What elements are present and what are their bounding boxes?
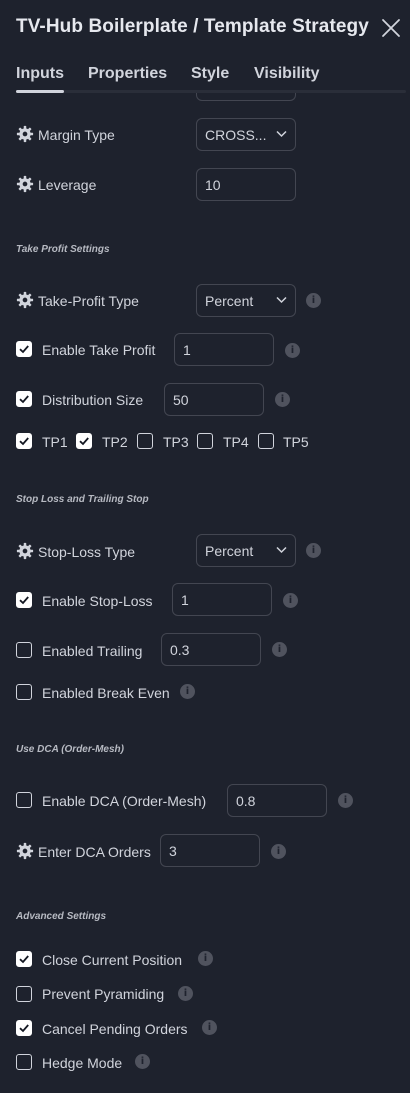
- distribution-size-label: Distribution Size: [42, 392, 144, 408]
- section-take-profit: Take Profit Settings: [16, 244, 110, 255]
- enable-dca-value: 0.8: [236, 792, 256, 809]
- enabled-trailing-checkbox[interactable]: [16, 642, 32, 658]
- tp2-checkbox[interactable]: [76, 433, 92, 449]
- checkmark-icon: [19, 345, 29, 354]
- dca-orders-label: Enter DCA Orders: [38, 844, 151, 860]
- tp-type-select[interactable]: Percent: [196, 284, 296, 317]
- enabled-break-even-checkbox[interactable]: [16, 684, 32, 700]
- enable-dca-label: Enable DCA (Order-Mesh): [42, 793, 207, 809]
- scrolled-input-partial[interactable]: [196, 93, 296, 101]
- distribution-size-checkbox[interactable]: [16, 391, 32, 407]
- tp2-label: TP2: [102, 434, 128, 450]
- info-icon[interactable]: i: [202, 1020, 217, 1035]
- prevent-pyramiding-checkbox[interactable]: [16, 986, 32, 1002]
- enable-dca-input[interactable]: 0.8: [227, 784, 327, 817]
- cancel-pending-orders-label: Cancel Pending Orders: [42, 1021, 188, 1037]
- enable-stop-loss-value: 1: [181, 591, 189, 608]
- tp5-checkbox[interactable]: [258, 433, 274, 449]
- cancel-pending-orders-checkbox[interactable]: [16, 1020, 32, 1036]
- info-icon[interactable]: i: [272, 642, 287, 657]
- dialog-title: TV-Hub Boilerplate / Template Strategy: [16, 16, 369, 37]
- tab-properties[interactable]: Properties: [88, 65, 167, 83]
- checkmark-icon: [79, 437, 89, 446]
- hedge-mode-checkbox[interactable]: [16, 1054, 32, 1070]
- distribution-size-input[interactable]: 50: [164, 383, 264, 416]
- gear-icon[interactable]: [16, 291, 34, 309]
- prevent-pyramiding-label: Prevent Pyramiding: [42, 986, 165, 1002]
- tab-visibility[interactable]: Visibility: [254, 65, 320, 83]
- tp-type-label: Take-Profit Type: [38, 293, 139, 309]
- tp4-checkbox[interactable]: [197, 433, 213, 449]
- leverage-label: Leverage: [38, 177, 97, 193]
- margin-type-label: Margin Type: [38, 127, 115, 143]
- leverage-value: 10: [205, 176, 221, 193]
- close-current-position-checkbox[interactable]: [16, 951, 32, 967]
- enable-take-profit-input[interactable]: 1: [174, 333, 274, 366]
- enable-take-profit-value: 1: [183, 341, 191, 358]
- info-icon[interactable]: i: [306, 293, 321, 308]
- enabled-trailing-label: Enabled Trailing: [42, 643, 143, 659]
- info-icon[interactable]: i: [178, 986, 193, 1001]
- enable-take-profit-label: Enable Take Profit: [42, 342, 156, 358]
- section-dca: Use DCA (Order-Mesh): [16, 744, 124, 755]
- close-current-position-label: Close Current Position: [42, 952, 183, 968]
- checkmark-icon: [19, 955, 29, 964]
- section-stop-loss: Stop Loss and Trailing Stop: [16, 494, 149, 505]
- sl-type-value: Percent: [205, 542, 254, 559]
- checkmark-icon: [19, 395, 29, 404]
- distribution-size-value: 50: [173, 391, 189, 408]
- info-icon[interactable]: i: [198, 951, 213, 966]
- tp1-label: TP1: [42, 434, 68, 450]
- tp5-label: TP5: [283, 434, 309, 450]
- tp-type-value: Percent: [205, 292, 254, 309]
- enabled-break-even-label: Enabled Break Even: [42, 685, 170, 701]
- tp4-label: TP4: [223, 434, 249, 450]
- hedge-mode-label: Hedge Mode: [42, 1055, 123, 1071]
- enable-dca-checkbox[interactable]: [16, 792, 32, 808]
- gear-icon[interactable]: [16, 542, 34, 560]
- margin-type-value: CROSS...: [205, 126, 267, 143]
- enabled-trailing-input[interactable]: 0.3: [161, 633, 261, 666]
- info-icon[interactable]: i: [338, 793, 353, 808]
- dca-orders-value: 3: [169, 842, 177, 859]
- tp1-checkbox[interactable]: [16, 433, 32, 449]
- info-icon[interactable]: i: [306, 543, 321, 558]
- info-icon[interactable]: i: [271, 844, 286, 859]
- gear-icon[interactable]: [16, 125, 34, 143]
- tab-style[interactable]: Style: [191, 65, 229, 83]
- info-icon[interactable]: i: [285, 343, 300, 358]
- gear-icon[interactable]: [16, 842, 34, 860]
- enable-stop-loss-checkbox[interactable]: [16, 592, 32, 608]
- info-icon[interactable]: i: [135, 1054, 150, 1069]
- tab-inputs[interactable]: Inputs: [16, 65, 64, 83]
- info-icon[interactable]: i: [180, 684, 195, 699]
- enable-stop-loss-input[interactable]: 1: [172, 583, 272, 616]
- chevron-down-icon: [276, 296, 287, 304]
- chevron-down-icon: [276, 546, 287, 554]
- info-icon[interactable]: i: [275, 392, 290, 407]
- enable-stop-loss-label: Enable Stop-Loss: [42, 593, 153, 609]
- enabled-trailing-value: 0.3: [170, 641, 190, 658]
- leverage-input[interactable]: 10: [196, 168, 296, 201]
- sl-type-label: Stop-Loss Type: [38, 544, 136, 560]
- margin-type-select[interactable]: CROSS...: [196, 118, 296, 151]
- info-icon[interactable]: i: [283, 593, 298, 608]
- tp3-checkbox[interactable]: [137, 433, 153, 449]
- checkmark-icon: [19, 437, 29, 446]
- dca-orders-input[interactable]: 3: [160, 834, 260, 867]
- sl-type-select[interactable]: Percent: [196, 534, 296, 567]
- tp3-label: TP3: [163, 434, 189, 450]
- checkmark-icon: [19, 596, 29, 605]
- enable-take-profit-checkbox[interactable]: [16, 341, 32, 357]
- chevron-down-icon: [276, 130, 287, 138]
- section-advanced: Advanced Settings: [16, 911, 107, 922]
- close-icon[interactable]: [380, 17, 402, 39]
- checkmark-icon: [19, 1024, 29, 1033]
- gear-icon[interactable]: [16, 175, 34, 193]
